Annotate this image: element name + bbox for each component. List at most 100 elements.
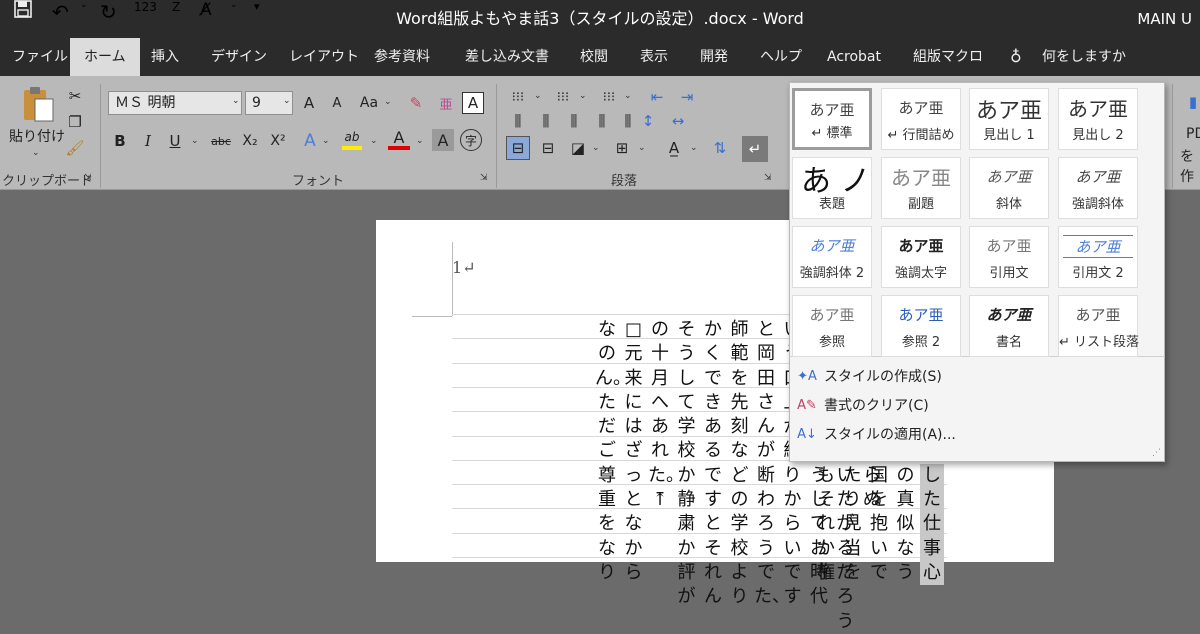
shrink-font-icon[interactable]: A [326,92,348,114]
tab-review[interactable]: 校閲 [580,38,608,76]
tab-layout[interactable]: レイアウト [289,38,359,76]
text-direction-icon[interactable]: ↔ [666,110,690,132]
borders-icon[interactable]: ⊞ [610,136,634,160]
character-shading-button[interactable]: A [432,129,454,151]
tab-home[interactable]: ホーム [70,38,140,76]
cut-icon[interactable]: ✂ [64,86,86,106]
style-tile[interactable]: あア亜 斜体 [969,157,1049,219]
show-formatting-marks-icon[interactable]: ↵ [742,136,768,162]
char-scaling-icon[interactable]: A̲ [662,136,686,160]
chevron-down-icon[interactable]: ⌄ [534,91,542,101]
chevron-down-icon[interactable]: ⌄ [592,143,600,153]
text-column: かくできあるですとそれん [704,319,722,608]
style-tile[interactable]: あア亜 見出し 2 [1058,88,1138,150]
clear-formatting-item[interactable]: A✎ 書式のクリア(C) [790,391,1164,419]
style-tile[interactable]: あア亜 強調斜体 2 [792,226,872,288]
style-tile[interactable]: あア亜 引用文 2 [1058,226,1138,288]
apply-styles-item[interactable]: A↓ スタイルの適用(A)... [790,420,1164,448]
italic-button[interactable]: I [138,130,158,152]
tab-design[interactable]: デザイン [211,38,267,76]
style-tile[interactable]: あ ノ表題 [792,157,872,219]
resize-grip-icon[interactable]: ⋰ [1152,448,1161,458]
paste-button[interactable]: 貼り付け [9,126,65,146]
underline-button[interactable]: U [165,130,185,152]
user-name[interactable]: MAIN U [1137,0,1192,38]
superscript-button[interactable]: X² [266,130,290,152]
tab-developer[interactable]: 開発 [700,38,728,76]
tab-mailings[interactable]: 差し込み文書 [465,38,549,76]
create-pdf-label-2[interactable]: を作 [1180,146,1200,186]
style-tile[interactable]: あア亜 強調太字 [881,226,961,288]
bold-button[interactable]: B [110,130,130,152]
vertical-align-icon[interactable]: ⊟ [506,136,530,160]
bullets-icon[interactable]: ⁝⁝⁝ [505,86,531,108]
paragraph-launcher-icon[interactable]: ⇲ [764,173,772,183]
increase-indent-icon[interactable]: ⇥ [674,86,700,108]
chevron-down-icon[interactable]: ⌄ [384,97,392,107]
tab-references[interactable]: 参考資料 [374,38,430,76]
subscript-button[interactable]: X₂ [238,130,262,152]
tell-me-search[interactable]: 何をしますか [1042,38,1126,76]
chevron-down-icon[interactable]: ⌄ [638,143,646,153]
chevron-down-icon[interactable]: ⌄ [232,96,240,106]
create-pdf-label[interactable]: PD [1186,126,1200,142]
chevron-down-icon[interactable]: ⌄ [283,96,291,106]
style-tile[interactable]: あア亜 ↵ リスト段落 [1058,295,1139,357]
copy-icon[interactable]: ❐ [64,112,86,132]
paste-dropdown-icon[interactable]: ⌄ [32,148,40,158]
chevron-down-icon[interactable]: ⌄ [191,136,199,146]
chevron-down-icon[interactable]: ⌄ [416,136,424,146]
chevron-down-icon[interactable]: ⌄ [322,136,330,146]
align-center-icon[interactable]: ⫼ [534,110,558,132]
font-color-swatch [388,146,410,150]
paste-icon[interactable] [18,84,58,124]
create-style-item[interactable]: ✦A スタイルの作成(S) [790,362,1164,390]
character-border-button[interactable]: A [462,92,484,114]
change-case-button[interactable]: Aa [356,92,382,114]
tab-help[interactable]: ヘルプ [760,38,802,76]
asian-layout-icon[interactable]: ⊟ [536,136,560,160]
style-preview: あア亜 [898,306,944,324]
phonetic-guide-icon[interactable]: 亜 [434,92,458,114]
clear-formatting-icon[interactable]: ✎ [404,92,428,114]
tab-view[interactable]: 表示 [640,38,668,76]
chevron-down-icon[interactable]: ⌄ [624,91,632,101]
shading-icon[interactable]: ◪ [566,136,590,160]
distribute-icon[interactable]: ⫼ [590,110,614,132]
chevron-down-icon[interactable]: ⌄ [370,136,378,146]
decrease-indent-icon[interactable]: ⇤ [644,86,670,108]
tab-file[interactable]: ファイル [12,38,68,76]
tab-insert[interactable]: 挿入 [151,38,179,76]
align-bottom-icon[interactable]: ⫼ [562,110,586,132]
style-tile[interactable]: あア亜 参照 2 [881,295,961,357]
style-tile[interactable]: あア亜 参照 [792,295,872,357]
style-tile[interactable]: あア亜 引用文 [969,226,1049,288]
style-tile[interactable]: あア亜 見出し 1 [969,88,1049,150]
strikethrough-button[interactable]: abc [208,130,234,152]
format-painter-icon[interactable]: 🖌 [64,138,86,158]
lightbulb-icon[interactable]: ♁ [1010,38,1022,76]
pdf-icon[interactable]: ▮ [1186,90,1200,114]
text-effects-icon[interactable]: A [298,130,322,152]
tab-typesetting-macro[interactable]: 組版マクロ [913,38,983,76]
clipboard-launcher-icon[interactable]: ⇲ [84,173,92,183]
line-spacing-icon[interactable]: ↕ [636,110,660,132]
style-tile[interactable]: あア亜 書名 [969,295,1049,357]
grow-font-icon[interactable]: A [298,92,320,114]
chevron-down-icon[interactable]: ⌄ [690,143,698,153]
highlight-button[interactable]: ab [340,128,364,146]
numbering-icon[interactable]: ⁝⁝⁝ [550,86,576,108]
multilevel-list-icon[interactable]: ⁝⁝⁝ [596,86,622,108]
style-tile[interactable]: あア亜 ↵ 行間詰め [881,88,961,150]
align-top-icon[interactable]: ⫼ [506,110,530,132]
font-name-combo[interactable]: ＭＳ 明朝 [108,91,242,115]
enclose-characters-button[interactable]: 字 [460,129,482,151]
style-tile[interactable]: あア亜 ↵ 標準 [792,88,872,150]
style-tile[interactable]: あア亜 副題 [881,157,961,219]
sort-icon[interactable]: ⇅ [708,136,732,160]
chevron-down-icon[interactable]: ⌄ [579,91,587,101]
tab-acrobat[interactable]: Acrobat [827,38,881,76]
style-tile[interactable]: あア亜 強調斜体 [1058,157,1138,219]
font-color-button[interactable]: A [388,128,410,147]
font-launcher-icon[interactable]: ⇲ [480,173,488,183]
